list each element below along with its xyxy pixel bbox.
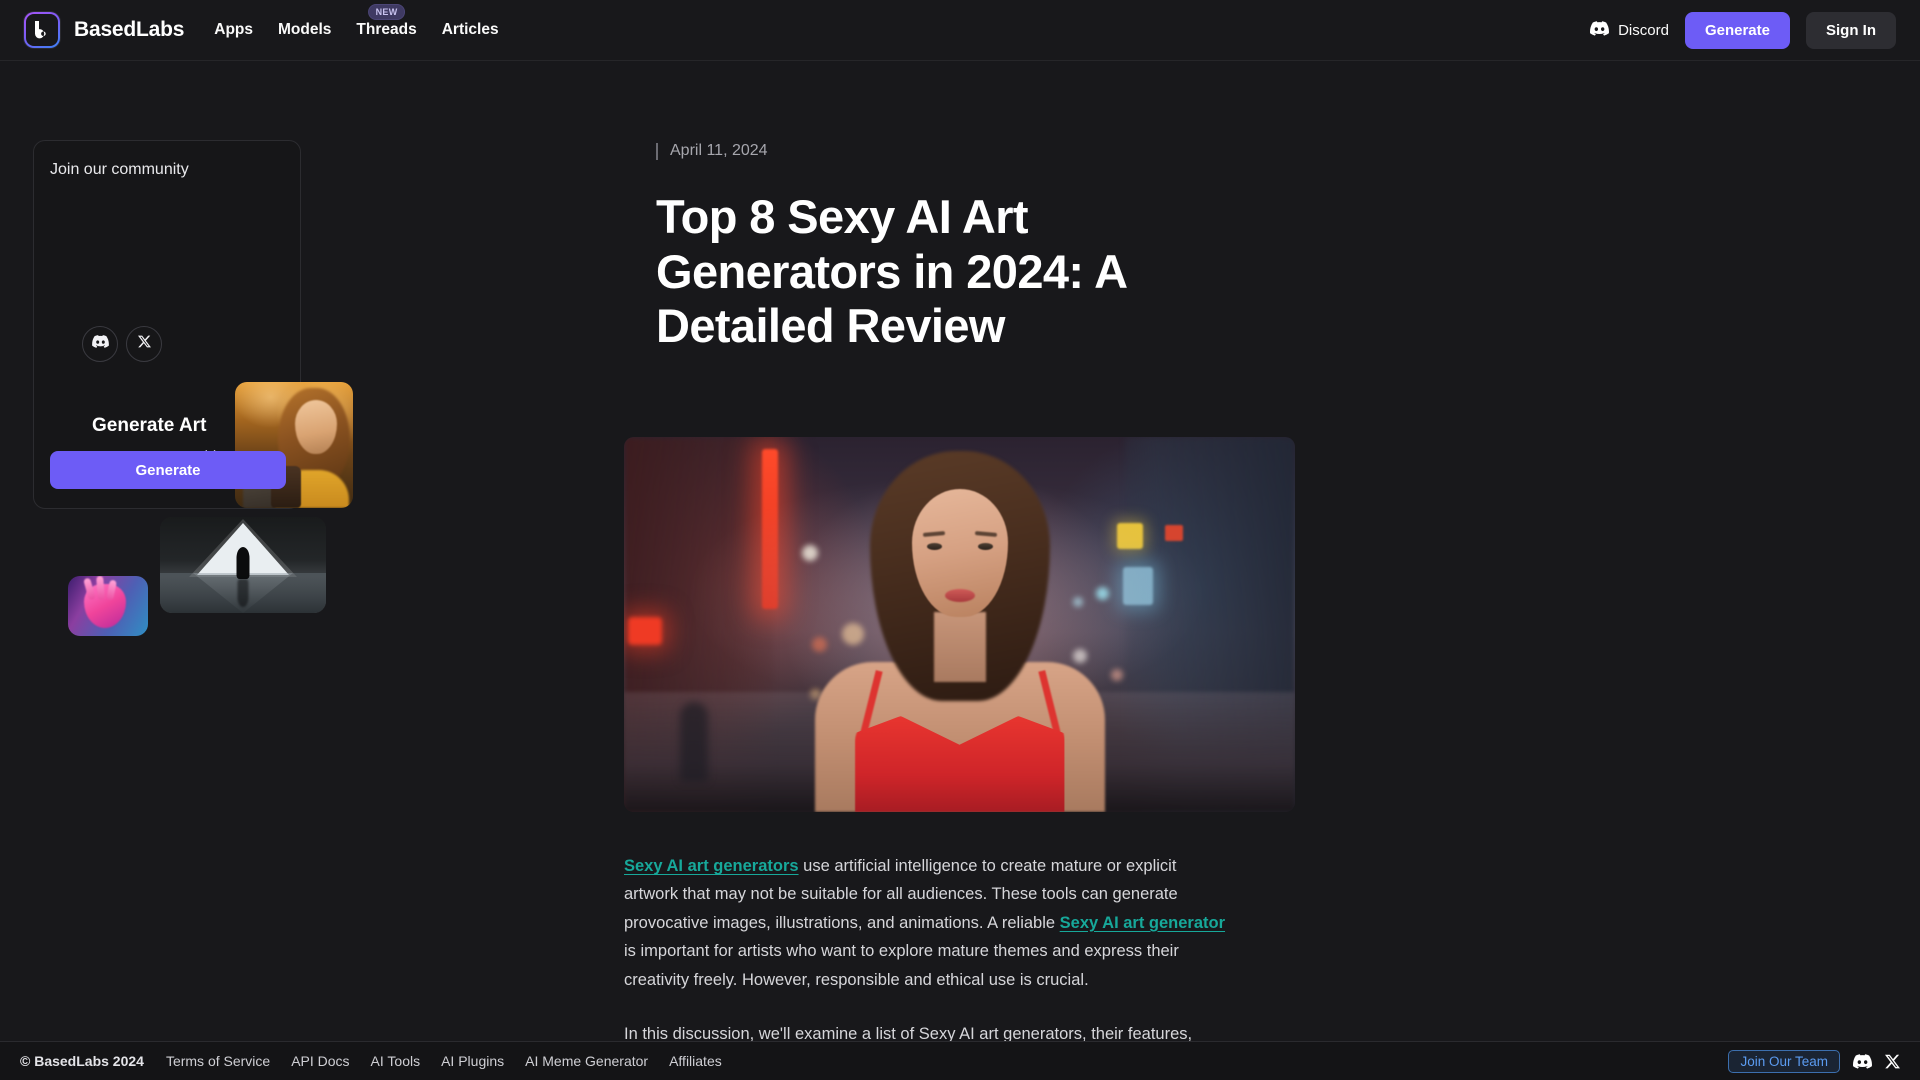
sign-in-button[interactable]: Sign In xyxy=(1806,11,1896,49)
site-footer: © BasedLabs 2024 Terms of Service API Do… xyxy=(0,1041,1920,1080)
thumbnail-neon-triangle-corridor[interactable] xyxy=(160,517,326,613)
footer-actions: Join Our Team xyxy=(1728,1049,1900,1073)
paragraph-text: is important for artists who want to exp… xyxy=(624,942,1179,989)
footer-link-ai-plugins[interactable]: AI Plugins xyxy=(441,1053,504,1069)
brand-name: BasedLabs xyxy=(74,18,185,41)
main-nav: Apps Models NEW Threads Articles xyxy=(214,4,499,39)
new-badge: NEW xyxy=(367,4,406,20)
article: April 11, 2024 Top 8 Sexy AI Art Generat… xyxy=(624,140,1296,1071)
inline-link-sexy-ai-art-generators[interactable]: Sexy AI art generators xyxy=(624,857,799,875)
inline-link-sexy-ai-art-generator[interactable]: Sexy AI art generator xyxy=(1060,914,1225,932)
x-twitter-icon[interactable] xyxy=(1885,1054,1900,1069)
paragraph-1: Sexy AI art generators use artificial in… xyxy=(624,852,1228,994)
page-body: Join our community Generate Art Generate… xyxy=(0,61,1920,1071)
copyright: © BasedLabs 2024 xyxy=(20,1053,144,1069)
footer-link-terms-of-service[interactable]: Terms of Service xyxy=(166,1053,270,1069)
nav-item-models[interactable]: Models xyxy=(278,21,331,39)
article-date: April 11, 2024 xyxy=(670,142,768,159)
discord-label: Discord xyxy=(1618,21,1669,39)
join-our-team-link[interactable]: Join Our Team xyxy=(1728,1049,1840,1073)
basedlabs-logo-icon xyxy=(24,12,60,48)
brand-logo[interactable]: BasedLabs xyxy=(24,12,184,48)
footer-links: Terms of Service API Docs AI Tools AI Pl… xyxy=(166,1053,722,1069)
date-accent-bar xyxy=(656,142,658,160)
top-navigation-bar: BasedLabs Apps Models NEW Threads Articl… xyxy=(0,0,1920,61)
footer-link-affiliates[interactable]: Affiliates xyxy=(669,1053,722,1069)
discord-link[interactable]: Discord xyxy=(1590,20,1669,40)
nav-item-threads[interactable]: NEW Threads xyxy=(356,4,417,39)
footer-link-ai-tools[interactable]: AI Tools xyxy=(371,1053,421,1069)
thumbnail-portrait-golden-hour[interactable] xyxy=(235,382,353,508)
nav-item-apps[interactable]: Apps xyxy=(214,21,253,39)
generate-button[interactable]: Generate xyxy=(1684,11,1790,49)
nav-label: Articles xyxy=(441,21,499,38)
x-twitter-icon-button[interactable] xyxy=(126,326,162,362)
nav-label: Apps xyxy=(214,21,253,38)
discord-icon[interactable] xyxy=(1853,1053,1872,1069)
community-title: Join our community xyxy=(50,161,189,178)
nav-item-articles[interactable]: Articles xyxy=(442,21,499,39)
card-generate-button[interactable]: Generate xyxy=(50,451,286,489)
page-title: Top 8 Sexy AI Art Generators in 2024: A … xyxy=(656,190,1126,353)
discord-icon xyxy=(1590,20,1610,40)
discord-icon-button[interactable] xyxy=(82,326,118,362)
footer-link-ai-meme-generator[interactable]: AI Meme Generator xyxy=(525,1053,648,1069)
thumbnail-neon-hand[interactable] xyxy=(68,576,148,636)
footer-link-api-docs[interactable]: API Docs xyxy=(291,1053,349,1069)
community-promo-card: Join our community Generate Art Generate… xyxy=(33,140,353,636)
discord-icon xyxy=(91,335,109,353)
nav-label: Threads xyxy=(356,21,417,38)
promo-heading: Generate Art xyxy=(92,415,207,436)
article-date-row: April 11, 2024 xyxy=(656,140,1296,162)
article-hero-image xyxy=(624,437,1295,812)
header-actions: Discord Generate Sign In xyxy=(1590,11,1896,49)
nav-label: Models xyxy=(278,21,332,38)
x-twitter-icon xyxy=(137,335,151,353)
